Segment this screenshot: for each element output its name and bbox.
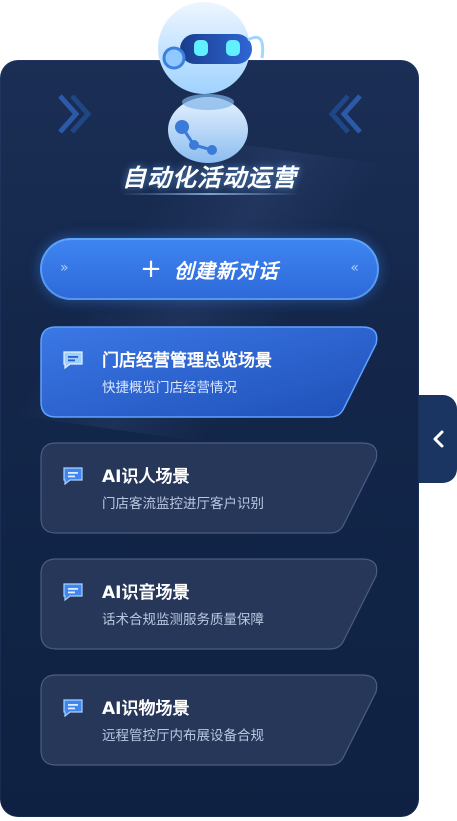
new-chat-label: 创建新对话 (173, 258, 279, 283)
chat-bubble-icon (63, 699, 83, 718)
double-chevron-left-icon (328, 94, 362, 134)
scene-subtitle: 门店客流监控进厅客户识别 (102, 496, 264, 512)
scene-title: AI识音场景 (102, 583, 190, 603)
title-underline (120, 193, 300, 195)
scene-subtitle: 快捷概览门店经营情况 (102, 380, 237, 396)
scene-title: 门店经营管理总览场景 (102, 351, 272, 371)
page-title: 自动化活动运营 (122, 164, 297, 192)
scene-card-ai-object[interactable]: AI识物场景 远程管控厅内布展设备合规 (40, 674, 380, 766)
chevron-left-icon (433, 430, 444, 448)
robot-mascot-icon (158, 2, 265, 163)
scene-title: AI识物场景 (102, 699, 190, 719)
chat-bubble-icon (63, 351, 83, 370)
double-chevron-left-icon: « (350, 260, 358, 276)
card-background (40, 558, 378, 650)
double-chevron-right-icon: » (60, 260, 68, 276)
scene-card-store-overview[interactable]: 门店经营管理总览场景 快捷概览门店经营情况 (40, 326, 380, 418)
scene-card-ai-voice[interactable]: AI识音场景 话术合规监测服务质量保障 (40, 558, 380, 650)
card-background (40, 674, 378, 766)
scene-subtitle: 远程管控厅内布展设备合规 (102, 728, 264, 744)
scene-card-ai-person[interactable]: AI识人场景 门店客流监控进厅客户识别 (40, 442, 380, 534)
collapse-sidebar-button[interactable] (419, 395, 457, 483)
scene-subtitle: 话术合规监测服务质量保障 (102, 612, 264, 628)
assistant-sidebar: 自动化活动运营 » + 创建新对话 « 门店经营管理总览场景 快捷概览门店经营情… (0, 0, 457, 821)
double-chevron-right-icon (58, 94, 92, 134)
scene-title: AI识人场景 (102, 467, 190, 487)
card-background (40, 326, 378, 418)
plus-icon: + (140, 254, 162, 284)
chat-bubble-icon (63, 583, 83, 602)
chat-bubble-icon (63, 467, 83, 486)
card-background (40, 442, 378, 534)
new-chat-button[interactable]: » + 创建新对话 « (40, 238, 379, 300)
